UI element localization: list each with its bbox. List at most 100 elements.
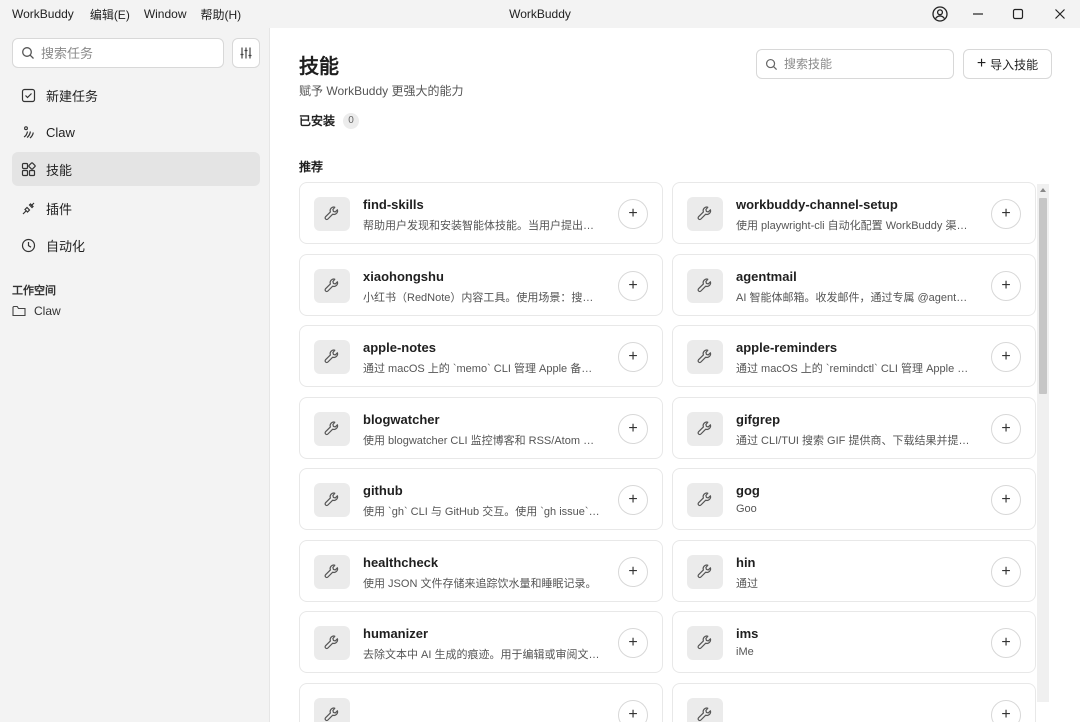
plus-icon: + <box>1001 705 1011 722</box>
skill-search-input[interactable] <box>784 57 944 71</box>
account-icon[interactable] <box>920 0 960 28</box>
menu-window[interactable]: Window <box>144 7 187 21</box>
recommend-title: 推荐 <box>299 160 324 174</box>
skill-name: hin <box>736 554 756 570</box>
add-skill-button[interactable]: + <box>991 413 1021 444</box>
folder-icon <box>12 305 26 317</box>
skill-description: 去除文本中 AI 生成的痕迹。用于编辑或审阅文本… <box>363 649 603 661</box>
sidebar: 新建任务 Claw 技能 插件 自动化 工作空间 Claw <box>0 28 270 722</box>
add-skill-button[interactable]: + <box>618 628 648 658</box>
add-skill-button[interactable]: + <box>618 699 648 722</box>
menu-help[interactable]: 帮助(H) <box>201 6 242 23</box>
maximize-icon[interactable] <box>998 0 1038 28</box>
add-skill-button[interactable]: + <box>991 485 1021 515</box>
wrench-icon <box>687 268 723 303</box>
skill-description: 使用 blogwatcher CLI 监控博客和 RSS/Atom 订… <box>363 434 603 447</box>
skill-description: 小红书（RedNote）内容工具。使用场景：搜索… <box>363 291 603 304</box>
skill-card[interactable]: + <box>672 682 1036 722</box>
plus-icon: + <box>628 634 638 651</box>
nav-label: 技能 <box>46 162 73 178</box>
add-skill-button[interactable]: + <box>991 270 1021 301</box>
skill-card[interactable]: healthcheck 使用 JSON 文件存储来追踪饮水量和睡眠记录。 + <box>299 539 663 602</box>
skill-card[interactable]: workbuddy-channel-setup 使用 playwright-cli… <box>672 182 1036 244</box>
add-skill-button[interactable]: + <box>991 342 1021 372</box>
add-skill-button[interactable]: + <box>991 699 1021 722</box>
skill-card[interactable]: + <box>299 682 663 722</box>
plus-icon: + <box>1001 562 1011 580</box>
skill-description: 使用 JSON 文件存储来追踪饮水量和睡眠记录。 <box>363 577 597 590</box>
nav-new-task[interactable]: 新建任务 <box>12 78 260 112</box>
plus-icon: + <box>1001 348 1011 365</box>
menu-edit[interactable]: 编辑(E) <box>90 6 130 23</box>
import-skill-button[interactable]: + 导入技能 <box>963 49 1052 79</box>
skill-description: iMe <box>736 646 754 658</box>
add-skill-button[interactable]: + <box>618 342 648 372</box>
nav-plugins[interactable]: 插件 <box>12 191 260 225</box>
add-skill-button[interactable]: + <box>618 485 648 515</box>
add-skill-button[interactable]: + <box>618 556 648 587</box>
wrench-icon <box>314 697 350 722</box>
nav-label: 插件 <box>46 201 73 217</box>
skill-card[interactable]: ims iMe + <box>672 611 1036 673</box>
add-skill-button[interactable]: + <box>991 628 1021 658</box>
plugin-icon <box>20 200 36 216</box>
skill-card[interactable]: agentmail AI 智能体邮箱。收发邮件，通过专属 @agentma… + <box>672 253 1036 316</box>
add-skill-button[interactable]: + <box>991 556 1021 587</box>
skill-name: xiaohongshu <box>363 268 444 284</box>
skill-card[interactable]: gifgrep 通过 CLI/TUI 搜索 GIF 提供商、下载结果并提取… + <box>672 396 1036 459</box>
workspace-label: Claw <box>34 304 61 318</box>
plus-icon: + <box>1001 276 1011 294</box>
plus-icon: + <box>628 348 638 365</box>
main-content: 技能 赋予 WorkBuddy 更强大的能力 + 导入技能 已安装 0 推荐 f… <box>271 28 1080 722</box>
filter-button[interactable] <box>232 38 260 68</box>
workspace-item-claw[interactable]: Claw <box>12 302 61 320</box>
skill-card[interactable]: apple-reminders 通过 macOS 上的 `remindctl` C… <box>672 325 1036 387</box>
plus-icon: + <box>628 562 638 580</box>
claw-icon <box>20 124 36 140</box>
skill-card-list: find-skills 帮助用户发现和安装智能体技能。当用户提出「… + workbu… <box>299 182 1037 722</box>
skill-description: 使用 `gh` CLI 与 GitHub 交互。使用 `gh issue`、`… <box>363 506 603 518</box>
skill-name: github <box>363 483 403 498</box>
skill-description: 帮助用户发现和安装智能体技能。当用户提出「… <box>363 220 603 232</box>
close-icon[interactable] <box>1040 0 1080 28</box>
task-search-box[interactable] <box>12 38 224 68</box>
wrench-icon <box>687 554 723 589</box>
scroll-thumb[interactable] <box>1039 198 1047 394</box>
nav-skills[interactable]: 技能 <box>12 152 260 186</box>
sliders-icon <box>239 46 253 60</box>
import-label: 导入技能 <box>990 57 1039 72</box>
add-skill-button[interactable]: + <box>618 270 648 301</box>
menu-app[interactable]: WorkBuddy <box>12 7 74 21</box>
plus-icon: + <box>1001 634 1011 651</box>
menu-bar: WorkBuddy 编辑(E) Window 帮助(H) <box>12 0 255 28</box>
minimize-icon[interactable] <box>958 0 998 28</box>
add-skill-button[interactable]: + <box>618 413 648 444</box>
skill-search-box[interactable] <box>756 49 954 79</box>
skill-name: humanizer <box>363 626 429 641</box>
wrench-icon <box>314 554 350 589</box>
skill-name: apple-reminders <box>736 340 838 355</box>
nav-claw[interactable]: Claw <box>12 115 260 149</box>
wrench-icon <box>687 411 723 446</box>
search-icon <box>765 58 778 71</box>
wrench-icon <box>314 483 350 517</box>
page-title: 技能 <box>299 56 339 78</box>
skill-card[interactable]: blogwatcher 使用 blogwatcher CLI 监控博客和 RSS/… <box>299 396 663 459</box>
installed-count-badge: 0 <box>343 112 360 129</box>
task-search-input[interactable] <box>41 45 211 61</box>
skill-card[interactable]: hin 通过 + <box>672 539 1036 602</box>
plus-icon: + <box>628 276 638 294</box>
skill-card[interactable]: find-skills 帮助用户发现和安装智能体技能。当用户提出「… + <box>299 182 663 244</box>
skill-card[interactable]: xiaohongshu 小红书（RedNote）内容工具。使用场景：搜索… + <box>299 253 663 316</box>
skill-card[interactable]: apple-notes 通过 macOS 上的 `memo` CLI 管理 App… <box>299 325 663 387</box>
add-skill-button[interactable]: + <box>618 199 648 229</box>
nav-automation[interactable]: 自动化 <box>12 228 260 262</box>
scroll-up-arrow-icon[interactable] <box>1037 184 1049 196</box>
skill-card[interactable]: gog Goo + <box>672 468 1036 530</box>
skills-icon <box>20 161 36 177</box>
skill-description: Goo <box>736 503 757 515</box>
skill-card[interactable]: humanizer 去除文本中 AI 生成的痕迹。用于编辑或审阅文本… + <box>299 611 663 673</box>
skill-card[interactable]: github 使用 `gh` CLI 与 GitHub 交互。使用 `gh iss… <box>299 468 663 530</box>
scrollbar[interactable] <box>1037 184 1049 702</box>
add-skill-button[interactable]: + <box>991 199 1021 229</box>
